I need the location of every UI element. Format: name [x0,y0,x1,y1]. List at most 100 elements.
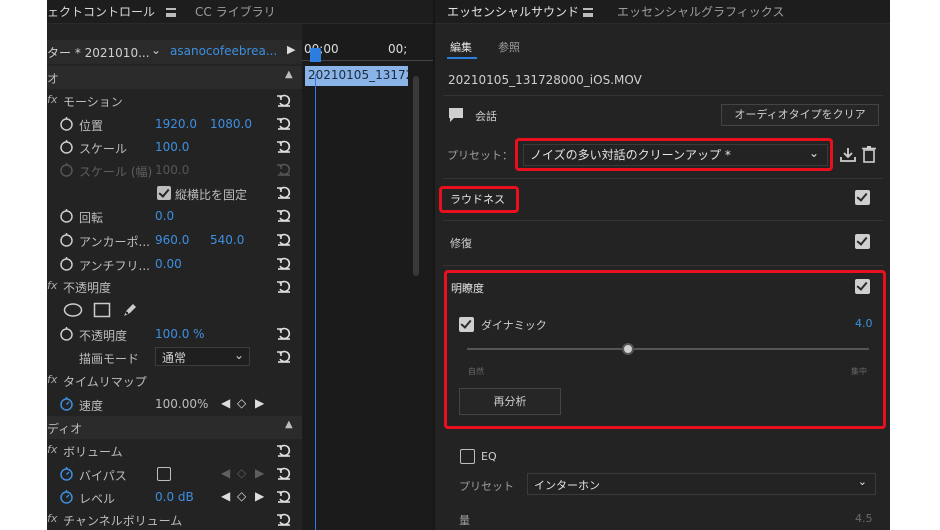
position-y-value[interactable]: 1080.0 [210,117,252,131]
rotation-label: 回転 [79,211,104,225]
clip-name[interactable]: asanocofeebrea... [170,44,277,58]
eq-preset-select[interactable]: インターホン ⌄ [527,473,876,495]
stopwatch-icon[interactable] [59,396,74,411]
level-row: レベル 0.0 dB ◀ ◇ ▶ [47,485,302,508]
dynamics-slider-track[interactable] [467,348,869,350]
timeline-clip[interactable]: 20210105_13172 [305,66,408,86]
reset-icon[interactable] [276,231,292,247]
bypass-row: バイパス ◀ ◇ ▶ [47,462,302,485]
sequence-name[interactable]: ター * 2021010... [47,44,150,61]
volume-label: ボリューム [63,445,123,459]
anchor-row: アンカーポ... 960.0 540.0 [47,228,302,251]
anchor-y-value[interactable]: 540.0 [210,233,244,247]
reset-icon[interactable] [276,278,292,294]
reset-icon[interactable] [276,115,292,131]
mask-tools-row [47,299,302,322]
position-x-value[interactable]: 1920.0 [155,117,197,131]
tab-effect-controls[interactable]: ェクトコントロール [47,3,155,20]
reset-icon[interactable] [276,184,292,200]
sequence-clip-bar: ター * 2021010... ⌄ asanocofeebrea... ▶ [47,40,305,64]
reset-icon[interactable] [276,92,292,108]
chevron-down-icon[interactable]: ⌄ [151,43,161,57]
trash-icon[interactable] [861,145,877,163]
reset-icon[interactable] [276,511,292,527]
amount-value[interactable]: 4.5 [855,512,873,525]
tab-essential-sound[interactable]: エッセンシャルサウンド [447,3,579,20]
repair-checkbox[interactable] [855,234,870,249]
collapse-up-icon[interactable]: ▲ [285,419,293,430]
panel-menu-icon[interactable] [166,8,176,17]
sub-tab-browse[interactable]: 参照 [498,39,520,55]
time-remap-label: タイムリマップ [63,375,147,389]
fx-icon[interactable]: fx [47,279,57,292]
save-preset-icon[interactable] [839,146,857,164]
antiflicker-value[interactable]: 0.00 [155,257,182,271]
panel-menu-icon[interactable] [583,8,593,17]
dynamics-value[interactable]: 4.0 [855,317,873,330]
fx-icon[interactable]: fx [47,512,57,525]
volume-row: fx ボリューム [47,439,302,462]
stopwatch-icon[interactable] [59,232,74,247]
stopwatch-icon[interactable] [59,139,74,154]
dynamics-slider-thumb[interactable] [621,343,634,355]
reset-icon[interactable] [276,488,292,504]
speed-value[interactable]: 100.00% [155,397,208,411]
uniform-scale-checkbox[interactable] [157,186,171,200]
sub-tab-underline [447,57,477,59]
reset-icon[interactable] [276,348,292,364]
next-keyframe-icon[interactable]: ▶ [255,396,264,410]
reset-icon[interactable] [276,325,292,341]
stopwatch-icon[interactable] [59,489,74,504]
bypass-checkbox[interactable] [157,467,171,481]
scale-value[interactable]: 100.0 [155,140,189,154]
fx-icon[interactable]: fx [47,93,57,106]
scrollbar[interactable] [413,76,419,276]
playhead-line[interactable] [315,74,316,530]
reset-icon[interactable] [276,465,292,481]
prev-keyframe-icon[interactable]: ◀ [221,489,230,503]
collapse-up-icon[interactable]: ▲ [285,69,293,80]
stopwatch-icon[interactable] [59,208,74,223]
effect-controls-panel: ェクトコントロール CC ライブラリ ター * 2021010... ⌄ asa… [47,0,433,530]
reset-icon[interactable] [276,442,292,458]
video-section-header: オ ▲ [47,66,302,89]
add-keyframe-icon[interactable]: ◇ [237,489,246,503]
next-keyframe-icon[interactable]: ▶ [255,489,264,503]
ellipse-mask-icon[interactable] [63,302,83,318]
clear-audio-type-button[interactable]: オーディオタイプをクリア [721,104,879,126]
stopwatch-icon[interactable] [59,256,74,271]
premiere-window: ェクトコントロール CC ライブラリ ター * 2021010... ⌄ asa… [47,0,890,530]
reanalyze-button[interactable]: 再分析 [459,388,561,415]
prev-keyframe-icon[interactable]: ◀ [221,396,230,410]
clarity-label[interactable]: 明瞭度 [451,280,484,296]
eq-checkbox[interactable] [460,449,475,464]
fx-icon[interactable]: fx [47,443,57,456]
stopwatch-icon[interactable] [59,326,74,341]
dynamics-checkbox[interactable] [459,317,474,332]
add-keyframe-icon[interactable]: ◇ [237,396,246,410]
blend-mode-select[interactable]: 通常 ⌄ [155,347,250,366]
playhead-handle[interactable] [310,48,321,62]
reset-icon[interactable] [276,138,292,154]
anchor-x-value[interactable]: 960.0 [155,233,189,247]
rectangle-mask-icon[interactable] [93,302,111,318]
fx-icon[interactable]: fx [47,373,57,386]
level-value[interactable]: 0.0 dB [155,490,194,504]
sub-tab-edit[interactable]: 編集 [450,39,472,55]
tab-essential-graphics[interactable]: エッセンシャルグラフィックス [617,3,784,20]
reset-icon[interactable] [276,255,292,271]
stopwatch-icon[interactable] [59,466,74,481]
scale-label: スケール [79,142,128,156]
rotation-value[interactable]: 0.0 [155,209,174,223]
stopwatch-icon[interactable] [59,116,74,131]
essential-sound-panel: エッセンシャルサウンド エッセンシャルグラフィックス 編集 参照 2021010… [433,0,890,530]
pen-mask-icon[interactable] [121,301,139,319]
tab-cc-libraries[interactable]: CC ライブラリ [195,3,276,20]
channel-volume-label: チャンネルボリューム [63,514,183,528]
play-triangle-icon[interactable]: ▶ [287,43,295,56]
repair-label[interactable]: 修復 [450,235,472,251]
loudness-checkbox[interactable] [855,190,870,205]
reset-icon[interactable] [276,207,292,223]
clarity-checkbox[interactable] [855,279,870,294]
opacity-value[interactable]: 100.0 % [155,327,205,341]
